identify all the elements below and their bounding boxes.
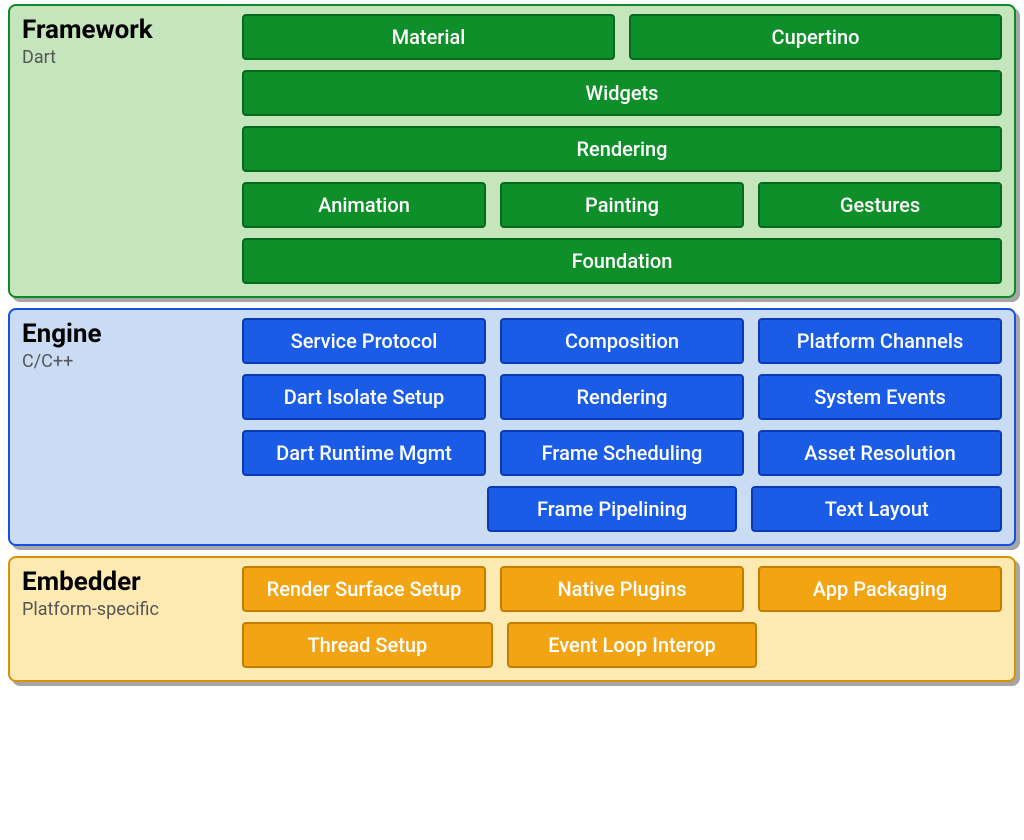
block-frame-scheduling: Frame Scheduling <box>500 430 744 476</box>
framework-label: Framework Dart <box>22 14 242 284</box>
block-text-layout: Text Layout <box>751 486 1002 532</box>
embedder-label: Embedder Platform-specific <box>22 566 242 668</box>
engine-subtitle: C/C++ <box>22 351 242 372</box>
block-dart-runtime-mgmt: Dart Runtime Mgmt <box>242 430 486 476</box>
engine-empty-cell <box>242 486 473 532</box>
embedder-title: Embedder <box>22 568 242 597</box>
engine-title: Engine <box>22 320 242 349</box>
block-gestures: Gestures <box>758 182 1002 228</box>
block-composition: Composition <box>500 318 744 364</box>
block-foundation: Foundation <box>242 238 1002 284</box>
block-native-plugins: Native Plugins <box>500 566 744 612</box>
block-event-loop-interop: Event Loop Interop <box>507 622 758 668</box>
block-thread-setup: Thread Setup <box>242 622 493 668</box>
block-widgets: Widgets <box>242 70 1002 116</box>
block-asset-resolution: Asset Resolution <box>758 430 1002 476</box>
engine-layer: Engine C/C++ Service Protocol Compositio… <box>8 308 1016 546</box>
block-cupertino: Cupertino <box>629 14 1002 60</box>
block-material: Material <box>242 14 615 60</box>
block-frame-pipelining: Frame Pipelining <box>487 486 738 532</box>
embedder-subtitle: Platform-specific <box>22 599 242 620</box>
engine-content: Service Protocol Composition Platform Ch… <box>242 318 1002 532</box>
block-rendering-eng: Rendering <box>500 374 744 420</box>
block-rendering-fw: Rendering <box>242 126 1002 172</box>
framework-subtitle: Dart <box>22 47 242 68</box>
engine-label: Engine C/C++ <box>22 318 242 532</box>
block-painting: Painting <box>500 182 744 228</box>
block-system-events: System Events <box>758 374 1002 420</box>
block-render-surface-setup: Render Surface Setup <box>242 566 486 612</box>
embedder-empty-cell <box>771 622 1002 668</box>
embedder-layer: Embedder Platform-specific Render Surfac… <box>8 556 1016 682</box>
block-service-protocol: Service Protocol <box>242 318 486 364</box>
block-animation: Animation <box>242 182 486 228</box>
framework-layer: Framework Dart Material Cupertino Widget… <box>8 4 1016 298</box>
block-dart-isolate-setup: Dart Isolate Setup <box>242 374 486 420</box>
block-app-packaging: App Packaging <box>758 566 1002 612</box>
block-platform-channels: Platform Channels <box>758 318 1002 364</box>
framework-title: Framework <box>22 16 242 45</box>
framework-content: Material Cupertino Widgets Rendering Ani… <box>242 14 1002 284</box>
embedder-content: Render Surface Setup Native Plugins App … <box>242 566 1002 668</box>
